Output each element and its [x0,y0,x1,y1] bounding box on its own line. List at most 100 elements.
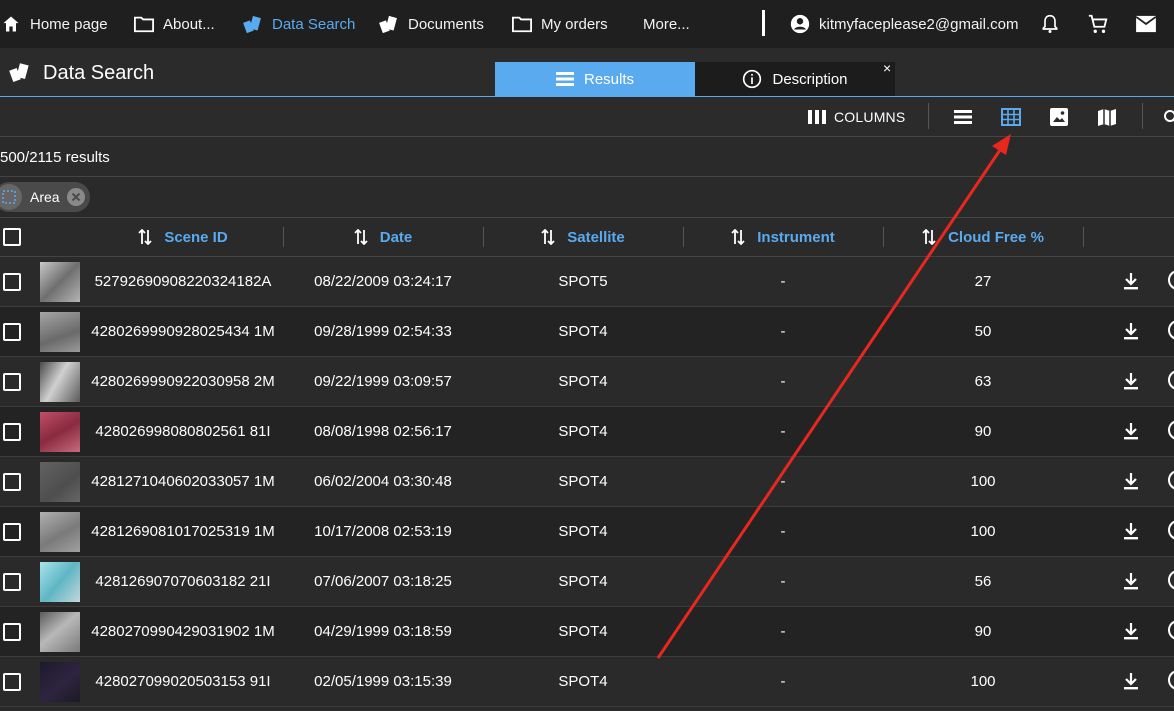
info-icon[interactable] [1168,370,1174,390]
nav-my-orders[interactable]: My orders [511,0,608,48]
column-header-date[interactable]: Date [283,218,483,256]
filter-row: Area [0,177,1174,218]
column-header-instrument[interactable]: Instrument [683,218,883,256]
nav-about-label: About... [163,15,215,33]
download-icon[interactable] [1122,672,1140,695]
info-icon[interactable] [1168,420,1174,440]
download-icon[interactable] [1122,422,1140,445]
table-row[interactable]: 52792690908220324182A 08/22/2009 03:24:1… [0,257,1174,307]
bell-icon[interactable] [1038,12,1062,36]
cell-scene-id: 4281269081017025319 1M [91,523,275,540]
nav-documents-label: Documents [408,15,484,33]
columns-button[interactable]: COLUMNS [808,106,905,128]
gallery-view-button[interactable] [1048,106,1070,128]
row-checkbox[interactable] [3,473,21,491]
info-icon[interactable] [1168,470,1174,490]
tab-description-label: Description [772,70,848,88]
folder-icon [511,13,533,35]
list-view-button[interactable] [952,106,974,128]
info-icon[interactable] [1168,570,1174,590]
nav-documents[interactable]: Documents [378,0,484,48]
cart-icon[interactable] [1086,12,1110,36]
column-header-scene-id[interactable]: Scene ID [83,218,283,256]
map-view-button[interactable] [1096,106,1118,128]
cell-date: 10/17/2008 02:53:19 [314,523,452,540]
filter-chip-area[interactable]: Area [0,182,90,212]
results-count: 500/2115 results [0,149,110,166]
cell-cloud-free: 90 [974,623,992,640]
info-icon [742,69,762,89]
info-icon[interactable] [1168,320,1174,340]
cell-date: 08/08/1998 02:56:17 [314,423,452,440]
nav-about[interactable]: About... [133,0,215,48]
cell-instrument: - [780,323,786,340]
search-button[interactable] [1164,106,1174,128]
cell-cloud-free: 90 [974,423,992,440]
download-icon[interactable] [1122,322,1140,345]
nav-more-label: More... [643,15,690,33]
scene-thumbnail[interactable] [40,562,80,602]
scene-thumbnail[interactable] [40,312,80,352]
tab-description[interactable]: Description [695,62,895,96]
map-icon [1097,108,1117,126]
scene-thumbnail[interactable] [40,512,80,552]
row-checkbox[interactable] [3,623,21,641]
table-view-button[interactable] [1000,106,1022,128]
home-icon [0,13,22,35]
nav-home[interactable]: Home page [0,0,108,48]
nav-data-search[interactable]: Data Search [242,0,355,48]
download-icon[interactable] [1122,572,1140,595]
remove-filter-icon[interactable] [66,187,86,207]
info-icon[interactable] [1168,270,1174,290]
column-header-satellite[interactable]: Satellite [483,218,683,256]
row-checkbox[interactable] [3,673,21,691]
close-icon[interactable]: × [883,60,891,76]
download-icon[interactable] [1122,372,1140,395]
cell-instrument: - [780,273,786,290]
scene-thumbnail[interactable] [40,662,80,702]
row-checkbox[interactable] [3,373,21,391]
scene-thumbnail[interactable] [40,362,80,402]
download-icon[interactable] [1122,522,1140,545]
scene-thumbnail[interactable] [40,262,80,302]
scene-thumbnail[interactable] [40,412,80,452]
cell-date: 09/22/1999 03:09:57 [314,373,452,390]
info-icon[interactable] [1168,670,1174,690]
info-icon[interactable] [1168,520,1174,540]
mail-icon[interactable] [1134,12,1158,36]
cell-instrument: - [780,623,786,640]
folder-icon [133,13,155,35]
tab-results[interactable]: Results [495,62,695,96]
table-row[interactable]: 4280270990429031902 1M 04/29/1999 03:18:… [0,607,1174,657]
column-header-cloud-free[interactable]: Cloud Free % [883,218,1083,256]
scene-thumbnail[interactable] [40,612,80,652]
row-checkbox[interactable] [3,423,21,441]
table-row[interactable]: 4280269990922030958 2M 09/22/1999 03:09:… [0,357,1174,407]
search-icon [1163,109,1174,125]
row-checkbox[interactable] [3,273,21,291]
results-table-body: 52792690908220324182A 08/22/2009 03:24:1… [0,257,1174,707]
table-row[interactable]: 4281271040602033057 1M 06/02/2004 03:30:… [0,457,1174,507]
cell-scene-id: 4280269990928025434 1M [91,323,275,340]
table-row[interactable]: 4281269081017025319 1M 10/17/2008 02:53:… [0,507,1174,557]
column-header-label: Satellite [567,228,625,246]
download-icon[interactable] [1122,472,1140,495]
user-account[interactable]: kitmyfaceplease2@gmail.com [789,0,1018,48]
download-icon[interactable] [1122,622,1140,645]
row-checkbox[interactable] [3,523,21,541]
cell-satellite: SPOT4 [558,373,608,390]
info-icon[interactable] [1168,620,1174,640]
table-row[interactable]: 4280269990928025434 1M 09/28/1999 02:54:… [0,307,1174,357]
column-header-label: Instrument [757,228,835,246]
row-checkbox[interactable] [3,573,21,591]
table-row[interactable]: 428027099020503153 91I 02/05/1999 03:15:… [0,657,1174,707]
nav-more[interactable]: More... [643,0,690,48]
select-all-checkbox[interactable] [3,228,21,246]
download-icon[interactable] [1122,272,1140,295]
cell-scene-id: 4280269990922030958 2M [91,373,275,390]
scene-thumbnail[interactable] [40,462,80,502]
table-row[interactable]: 428126907070603182 21I 07/06/2007 03:18:… [0,557,1174,607]
cell-scene-id: 52792690908220324182A [94,273,272,290]
table-row[interactable]: 428026998080802561 81I 08/08/1998 02:56:… [0,407,1174,457]
row-checkbox[interactable] [3,323,21,341]
